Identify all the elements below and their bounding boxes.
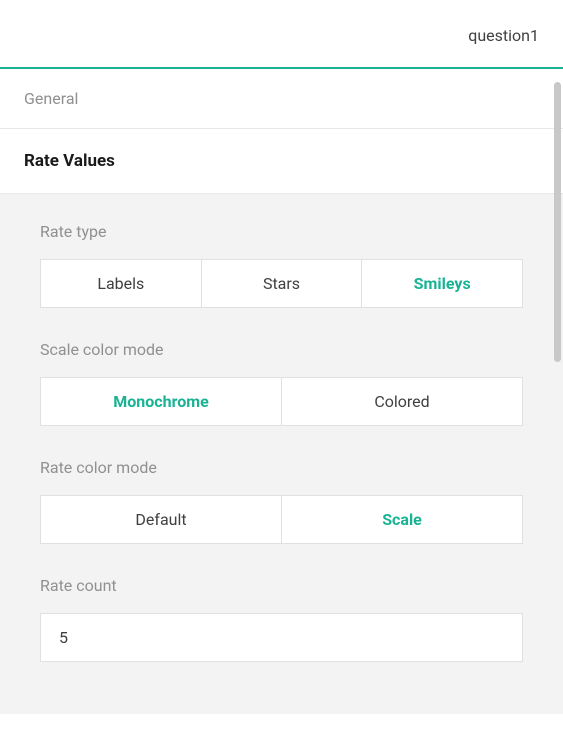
panel-header: question1 — [0, 0, 563, 69]
rate-count-label: Rate count — [40, 576, 523, 595]
rate-count-input[interactable] — [40, 613, 523, 662]
rate-color-mode-option-scale[interactable]: Scale — [282, 496, 522, 543]
scrollbar-thumb[interactable] — [554, 82, 561, 362]
scale-color-mode-group: Monochrome Colored — [40, 377, 523, 426]
scale-color-mode-option-colored[interactable]: Colored — [282, 378, 522, 425]
scroll-area[interactable]: General Rate Values Rate type Labels Sta… — [0, 69, 563, 740]
header-title: question1 — [468, 26, 539, 45]
tab-rate-values-label: Rate Values — [24, 151, 115, 171]
rate-type-field: Rate type Labels Stars Smileys — [40, 222, 523, 308]
rate-type-label: Rate type — [40, 222, 523, 241]
tab-general[interactable]: General — [0, 69, 563, 129]
rate-color-mode-group: Default Scale — [40, 495, 523, 544]
rate-type-group: Labels Stars Smileys — [40, 259, 523, 308]
rate-type-option-smileys[interactable]: Smileys — [362, 260, 522, 307]
rate-type-option-stars[interactable]: Stars — [202, 260, 363, 307]
tab-rate-values[interactable]: Rate Values — [0, 129, 563, 194]
scale-color-mode-option-monochrome[interactable]: Monochrome — [41, 378, 282, 425]
rate-color-mode-field: Rate color mode Default Scale — [40, 458, 523, 544]
rate-type-option-labels[interactable]: Labels — [41, 260, 202, 307]
scale-color-mode-label: Scale color mode — [40, 340, 523, 359]
rate-color-mode-option-default[interactable]: Default — [41, 496, 282, 543]
tab-general-label: General — [24, 89, 78, 108]
scale-color-mode-field: Scale color mode Monochrome Colored — [40, 340, 523, 426]
rate-color-mode-label: Rate color mode — [40, 458, 523, 477]
rate-count-field: Rate count — [40, 576, 523, 662]
rate-values-panel: Rate type Labels Stars Smileys Scale col… — [0, 194, 563, 714]
